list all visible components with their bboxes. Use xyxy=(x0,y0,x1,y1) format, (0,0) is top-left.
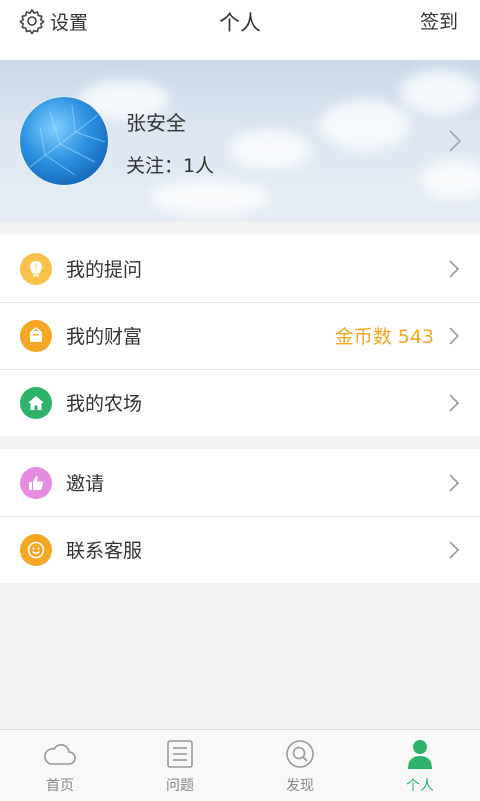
home-icon xyxy=(20,386,52,419)
profile-card[interactable]: 张安全 关注：1人 xyxy=(0,60,480,222)
tab-label: 首页 xyxy=(46,778,74,794)
page-title: 个人 xyxy=(219,11,261,35)
menu-item-my-questions[interactable]: ? 我的提问 xyxy=(0,235,480,302)
wealth-icon xyxy=(20,319,52,352)
chevron-right-icon xyxy=(449,541,460,559)
menu-item-invite[interactable]: 邀请 xyxy=(0,449,480,516)
cloud-decoration xyxy=(420,160,480,200)
cloud-decoration xyxy=(150,180,270,215)
chevron-right-icon xyxy=(449,394,460,412)
menu-group-primary: ? 我的提问 我的财富 金币数 543 我的农场 xyxy=(0,235,480,436)
bottom-tab-bar: 首页 问题 发现 个人 xyxy=(0,729,480,801)
svg-text:?: ? xyxy=(34,263,38,272)
tab-label: 问题 xyxy=(166,778,194,794)
tab-label: 个人 xyxy=(406,778,434,794)
chevron-right-icon xyxy=(449,327,460,345)
menu-label: 联系客服 xyxy=(66,540,143,562)
cloud-decoration xyxy=(400,70,480,115)
coin-count: 金币数 543 xyxy=(334,326,434,348)
list-icon xyxy=(167,740,193,768)
chevron-right-icon xyxy=(449,260,460,278)
menu-label: 我的提问 xyxy=(66,259,143,281)
checkin-button[interactable]: 签到 xyxy=(420,7,458,34)
lightbulb-icon: ? xyxy=(20,252,52,285)
chevron-right-icon xyxy=(449,474,460,492)
smiley-icon xyxy=(20,533,52,566)
search-icon xyxy=(286,740,314,768)
cloud-decoration xyxy=(320,100,410,150)
thumbs-up-icon xyxy=(20,466,52,499)
person-icon xyxy=(408,740,432,769)
menu-item-my-wealth[interactable]: 我的财富 金币数 543 xyxy=(0,302,480,369)
cloud-icon xyxy=(44,744,76,765)
menu-item-customer-service[interactable]: 联系客服 xyxy=(0,516,480,583)
cloud-decoration xyxy=(230,130,310,170)
leaf-vein-pattern xyxy=(29,104,106,176)
chevron-right-icon xyxy=(449,130,462,152)
tab-home[interactable]: 首页 xyxy=(0,730,120,801)
menu-label: 我的农场 xyxy=(66,393,143,415)
avatar[interactable] xyxy=(20,97,108,185)
menu-label: 邀请 xyxy=(66,473,105,495)
menu-label: 我的财富 xyxy=(66,326,143,348)
tab-discover[interactable]: 发现 xyxy=(240,730,360,801)
tab-profile[interactable]: 个人 xyxy=(360,730,480,801)
follow-count: 关注：1人 xyxy=(126,155,215,177)
tab-label: 发现 xyxy=(286,778,314,794)
menu-item-my-farm[interactable]: 我的农场 xyxy=(0,369,480,436)
tab-questions[interactable]: 问题 xyxy=(120,730,240,801)
profile-name: 张安全 xyxy=(126,111,186,135)
top-bar: 设置 个人 签到 xyxy=(0,0,480,60)
menu-group-secondary: 邀请 联系客服 xyxy=(0,449,480,583)
